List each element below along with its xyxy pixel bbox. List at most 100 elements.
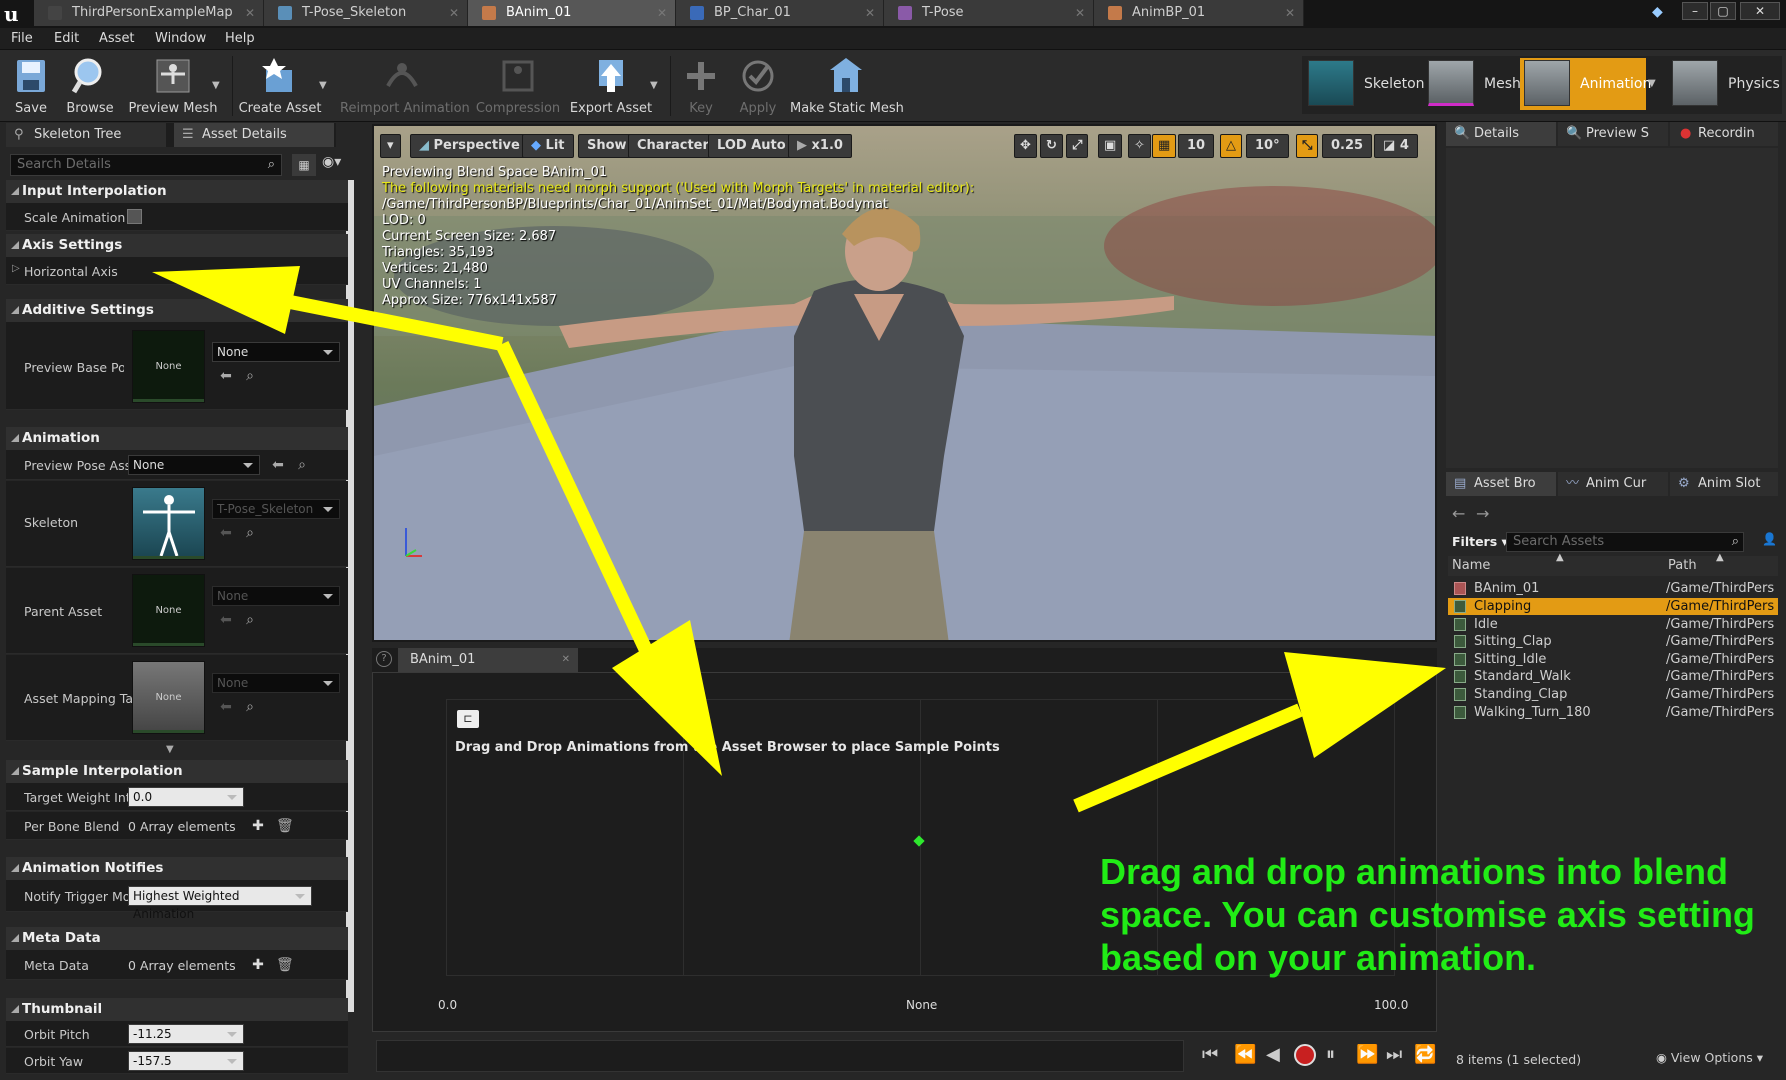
close-icon[interactable]: ✕ bbox=[1285, 0, 1295, 26]
translate-tool-icon[interactable]: ✥ bbox=[1014, 134, 1037, 158]
preview-point-marker[interactable] bbox=[913, 835, 925, 847]
category-animation[interactable]: Animation bbox=[6, 427, 348, 450]
surface-snap-icon[interactable]: ✧ bbox=[1128, 134, 1151, 158]
close-icon[interactable]: ✕ bbox=[1075, 0, 1085, 26]
rotate-tool-icon[interactable]: ↻ bbox=[1040, 134, 1063, 158]
lod-button[interactable]: LOD Auto bbox=[708, 134, 795, 158]
category-sample-interpolation[interactable]: Sample Interpolation bbox=[6, 760, 348, 783]
help-icon[interactable]: ? bbox=[376, 651, 392, 667]
rotation-snap-toggle-icon[interactable]: △ bbox=[1220, 134, 1242, 158]
asset-search-input[interactable]: Search Assets ⌕ bbox=[1506, 532, 1744, 552]
user-icon[interactable]: 👤 bbox=[1762, 532, 1777, 546]
tab-skeleton[interactable]: T-Pose_Skeleton ✕ bbox=[264, 0, 468, 26]
expand-arrow-icon[interactable]: ▷ bbox=[12, 263, 20, 274]
category-axis-settings[interactable]: Axis Settings bbox=[6, 234, 348, 257]
browse-icon[interactable]: ⌕ bbox=[242, 699, 258, 715]
character-button[interactable]: Character bbox=[628, 134, 718, 158]
tab-tpose[interactable]: T-Pose ✕ bbox=[884, 0, 1094, 26]
asset-row[interactable]: Standard_Walk/Game/ThirdPers bbox=[1448, 668, 1778, 685]
trash-icon[interactable]: 🗑 bbox=[276, 957, 294, 973]
tab-skeleton-tree[interactable]: ⚲ Skeleton Tree bbox=[6, 123, 166, 147]
tab-banim[interactable]: BAnim_01 ✕ bbox=[468, 0, 676, 26]
tab-anim-curves[interactable]: 〰 Anim Cur bbox=[1558, 472, 1668, 496]
grid-snap-value[interactable]: 10 bbox=[1178, 134, 1215, 158]
export-asset-button[interactable]: Export Asset bbox=[566, 52, 656, 120]
preview-base-combo[interactable]: None bbox=[212, 342, 340, 362]
col-name-header[interactable]: Name bbox=[1452, 558, 1490, 573]
use-selected-arrow-icon[interactable]: ⬅ bbox=[218, 368, 234, 384]
category-animation-notifies[interactable]: Animation Notifies bbox=[6, 857, 348, 880]
view-options-button[interactable]: ◉ View Options ▾ bbox=[1656, 1050, 1763, 1065]
tab-anim-slots[interactable]: ⚙ Anim Slot bbox=[1670, 472, 1778, 496]
preview-mesh-button[interactable]: Preview Mesh bbox=[122, 52, 224, 120]
chevron-down-icon[interactable]: ▼ bbox=[1648, 78, 1656, 89]
chevron-down-icon[interactable]: ▼ bbox=[319, 80, 327, 91]
category-thumbnail[interactable]: Thumbnail bbox=[6, 998, 348, 1021]
preview-base-thumbnail[interactable]: None bbox=[132, 330, 205, 403]
category-meta-data[interactable]: Meta Data bbox=[6, 927, 348, 950]
jump-to-end-icon[interactable]: ⏭ bbox=[1386, 1044, 1402, 1065]
grid-view-icon[interactable]: ▦ bbox=[292, 154, 316, 176]
playback-speed-button[interactable]: ▶ x1.0 bbox=[788, 134, 852, 158]
tab-blendspace-editor[interactable]: BAnim_01 ✕ bbox=[398, 648, 578, 672]
col-path-header[interactable]: Path bbox=[1668, 558, 1697, 573]
show-button[interactable]: Show bbox=[578, 134, 636, 158]
browse-icon[interactable]: ⌕ bbox=[242, 612, 258, 628]
preview-pose-combo[interactable]: None bbox=[128, 455, 260, 475]
add-element-icon[interactable]: ✚ bbox=[250, 818, 266, 834]
details-search-input[interactable]: Search Details ⌕ bbox=[10, 154, 282, 176]
asset-row-selected[interactable]: Clapping/Game/ThirdPers bbox=[1448, 598, 1778, 615]
asset-row[interactable]: Sitting_Clap/Game/ThirdPers bbox=[1448, 633, 1778, 650]
trash-icon[interactable]: 🗑 bbox=[276, 818, 294, 834]
tab-animbp[interactable]: AnimBP_01 ✕ bbox=[1094, 0, 1304, 26]
scale-tool-icon[interactable]: ⤢ bbox=[1066, 134, 1089, 158]
tab-preview-settings[interactable]: 🔍 Preview S bbox=[1558, 122, 1668, 146]
viewport-options-button[interactable]: ▾ bbox=[380, 134, 401, 158]
preview-viewport[interactable]: ▾ ◢ Perspective ◆ Lit Show Character LOD… bbox=[372, 124, 1437, 642]
loop-icon[interactable]: 🔁 bbox=[1414, 1044, 1436, 1065]
camera-speed-button[interactable]: ◪ 4 bbox=[1374, 134, 1418, 158]
chevron-down-icon[interactable]: ▼ bbox=[212, 80, 220, 91]
filters-button[interactable]: Filters ▾ bbox=[1452, 534, 1508, 549]
menu-file[interactable]: File bbox=[11, 28, 33, 50]
menu-window[interactable]: Window bbox=[155, 28, 206, 50]
menu-edit[interactable]: Edit bbox=[54, 28, 79, 50]
asset-row[interactable]: Walking_Turn_180/Game/ThirdPers bbox=[1448, 704, 1778, 721]
save-button[interactable]: Save bbox=[2, 52, 60, 120]
use-selected-arrow-icon[interactable]: ⬅ bbox=[270, 457, 286, 473]
step-forward-icon[interactable]: ⏩ bbox=[1356, 1044, 1378, 1065]
category-additive-settings[interactable]: Additive Settings bbox=[6, 299, 348, 322]
sort-icon[interactable]: ▲ bbox=[1716, 552, 1724, 563]
scale-animation-checkbox[interactable] bbox=[127, 209, 142, 224]
step-back-icon[interactable]: ⏪ bbox=[1234, 1044, 1256, 1065]
jump-to-start-icon[interactable]: ⏮ bbox=[1202, 1044, 1218, 1065]
orbit-pitch-input[interactable]: -11.25 bbox=[128, 1024, 244, 1044]
menu-asset[interactable]: Asset bbox=[99, 28, 135, 50]
tab-details[interactable]: 🔍 Details bbox=[1446, 122, 1556, 146]
asset-row[interactable]: BAnim_01/Game/ThirdPers bbox=[1448, 580, 1778, 597]
browse-button[interactable]: Browse bbox=[62, 52, 118, 120]
mode-skeleton-button[interactable]: Skeleton bbox=[1304, 58, 1425, 110]
notify-trigger-combo[interactable]: Highest Weighted Animation bbox=[128, 886, 312, 921]
create-asset-button[interactable]: Create Asset bbox=[236, 52, 324, 120]
tab-recording[interactable]: ● Recordin bbox=[1670, 122, 1778, 146]
ue-logo-icon[interactable]: u bbox=[4, 2, 28, 26]
timeline-track[interactable] bbox=[376, 1040, 1184, 1072]
close-window-button[interactable]: ✕ bbox=[1740, 2, 1780, 20]
asset-mapping-thumbnail[interactable]: None bbox=[132, 661, 205, 734]
make-static-mesh-button[interactable]: Make Static Mesh bbox=[790, 52, 904, 120]
skeleton-thumbnail[interactable] bbox=[132, 487, 205, 560]
browse-icon[interactable]: ⌕ bbox=[242, 368, 258, 384]
browse-icon[interactable]: ⌕ bbox=[242, 525, 258, 541]
tab-bp-char[interactable]: BP_Char_01 ✕ bbox=[676, 0, 884, 26]
maximize-button[interactable]: ▢ bbox=[1710, 2, 1736, 20]
forward-arrow-icon[interactable]: → bbox=[1476, 504, 1489, 523]
advanced-expand-icon[interactable]: ▼ bbox=[166, 744, 174, 755]
record-icon[interactable] bbox=[1294, 1044, 1316, 1066]
pause-icon[interactable]: ⏸ bbox=[1326, 1044, 1335, 1065]
scale-snap-toggle-icon[interactable]: ⤡ bbox=[1296, 134, 1319, 158]
asset-row[interactable]: Standing_Clap/Game/ThirdPers bbox=[1448, 686, 1778, 703]
back-arrow-icon[interactable]: ← bbox=[1452, 504, 1465, 523]
perspective-button[interactable]: ◢ Perspective bbox=[410, 134, 529, 158]
close-icon[interactable]: ✕ bbox=[245, 0, 255, 26]
